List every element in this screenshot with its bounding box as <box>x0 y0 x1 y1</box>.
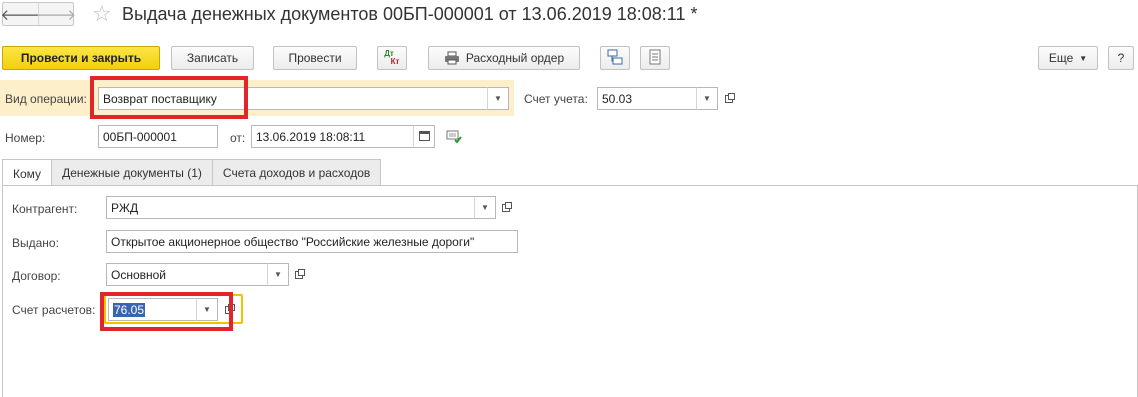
open-window-icon <box>502 201 512 215</box>
operation-dropdown-button[interactable]: ▼ <box>487 87 509 110</box>
open-window-icon <box>295 268 305 282</box>
title-bar: 🡐 🡒 ☆ Выдача денежных документов 00БП-00… <box>0 0 1138 34</box>
kt-icon: Кт <box>390 57 400 66</box>
back-button[interactable]: 🡐 <box>0 3 41 25</box>
calendar-button[interactable] <box>413 125 435 148</box>
counterparty-open-button[interactable] <box>497 196 517 219</box>
account-dropdown-button[interactable]: ▼ <box>696 87 718 110</box>
account-label: Счет учета: <box>524 92 588 106</box>
number-label: Номер: <box>5 131 46 145</box>
annotation-red-box-settlement <box>100 292 233 331</box>
settlement-account-label: Счет расчетов: <box>12 303 96 317</box>
calendar-icon <box>418 130 430 143</box>
arrow-left-icon: 🡐 <box>0 6 41 24</box>
contract-dropdown-button[interactable]: ▼ <box>267 263 289 286</box>
cash-order-button[interactable]: Расходный ордер <box>428 46 580 70</box>
structure-button[interactable] <box>600 46 630 70</box>
open-window-icon <box>725 92 735 106</box>
number-field[interactable]: 00БП-000001 <box>98 125 218 148</box>
favorite-star-icon[interactable]: ☆ <box>92 1 112 27</box>
printer-icon <box>444 51 460 65</box>
chevron-down-icon: ▼ <box>481 203 489 212</box>
structure-icon <box>607 49 623 68</box>
chevron-down-icon: ▼ <box>274 270 282 279</box>
help-button[interactable]: ? <box>1108 46 1134 70</box>
forward-button[interactable]: 🡒 <box>35 3 77 25</box>
counterparty-field[interactable]: РЖД <box>106 196 476 219</box>
comment-check-icon <box>446 130 462 147</box>
account-open-button[interactable] <box>720 87 740 110</box>
issued-label: Выдано: <box>12 236 59 250</box>
issued-field[interactable]: Открытое акционерное общество "Российски… <box>106 230 518 253</box>
save-button[interactable]: Записать <box>171 46 254 70</box>
account-field[interactable]: 50.03 <box>597 87 697 110</box>
toolbar: Провести и закрыть Записать Провести Дт … <box>0 46 1138 72</box>
arrow-right-icon: 🡒 <box>35 6 77 24</box>
more-button[interactable]: Еще ▼ <box>1038 46 1098 70</box>
operation-label: Вид операции: <box>5 92 87 106</box>
comment-button[interactable] <box>444 127 464 150</box>
chevron-down-icon: ▼ <box>703 94 711 103</box>
counterparty-label: Контрагент: <box>12 202 78 216</box>
chevron-down-icon: ▼ <box>1079 53 1088 63</box>
list-button[interactable] <box>640 46 670 70</box>
contract-field[interactable]: Основной <box>106 263 269 286</box>
document-list-icon <box>649 49 661 68</box>
contract-label: Договор: <box>12 269 61 283</box>
tab-bar: Кому Денежные документы (1) Счета доходо… <box>2 159 382 187</box>
post-and-close-button[interactable]: Провести и закрыть <box>2 46 160 70</box>
date-field[interactable]: 13.06.2019 18:08:11 <box>251 125 415 148</box>
chevron-down-icon: ▼ <box>494 94 502 103</box>
page-title: Выдача денежных документов 00БП-000001 о… <box>122 4 698 24</box>
post-button[interactable]: Провести <box>273 46 357 70</box>
cash-order-label: Расходный ордер <box>465 51 565 65</box>
nav-group: 🡐 🡒 <box>0 2 77 26</box>
tab-recipient[interactable]: Кому <box>2 159 53 187</box>
counterparty-dropdown-button[interactable]: ▼ <box>474 196 496 219</box>
tab-money-documents[interactable]: Денежные документы (1) <box>51 159 213 186</box>
contract-open-button[interactable] <box>290 263 310 286</box>
date-label: от: <box>230 131 246 145</box>
more-label: Еще <box>1048 51 1074 65</box>
annotation-red-box-operation <box>90 76 248 119</box>
dt-kt-button[interactable]: Дт Кт <box>377 46 407 70</box>
tab-income-expense-accounts[interactable]: Счета доходов и расходов <box>211 159 382 186</box>
